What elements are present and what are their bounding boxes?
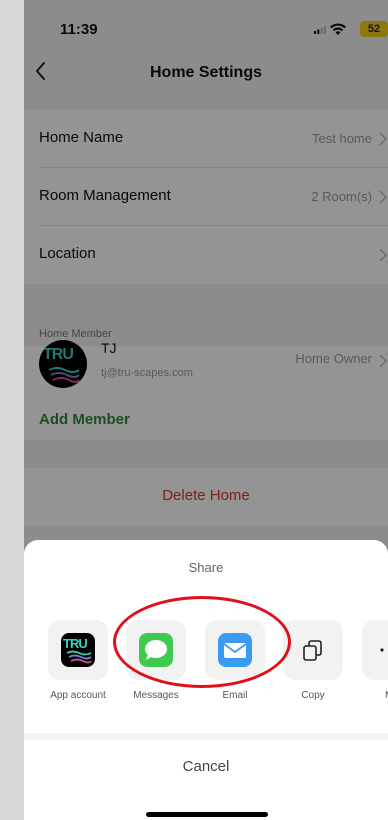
share-tile[interactable]: TRU bbox=[48, 620, 108, 680]
cancel-separator bbox=[24, 733, 388, 740]
copy-icon bbox=[303, 640, 322, 661]
share-label: Copy bbox=[301, 690, 325, 701]
annotation-red-circle bbox=[113, 596, 291, 688]
phone-screen: 11:39 52 Home Settings Home Name Test ho… bbox=[24, 0, 388, 820]
app-waves-icon bbox=[66, 650, 92, 664]
cancel-button[interactable]: Cancel bbox=[24, 758, 388, 775]
home-indicator[interactable] bbox=[146, 812, 268, 817]
share-more[interactable]: Mo bbox=[362, 620, 388, 701]
share-copy[interactable]: Copy bbox=[283, 620, 343, 701]
share-label: Mo bbox=[362, 690, 388, 701]
share-label: Messages bbox=[133, 690, 179, 701]
app-account-icon: TRU bbox=[61, 633, 95, 667]
more-icon bbox=[380, 648, 384, 652]
share-app-account[interactable]: TRU App account bbox=[48, 620, 108, 701]
share-tile[interactable] bbox=[283, 620, 343, 680]
share-sheet-title: Share bbox=[188, 560, 224, 575]
share-label: App account bbox=[50, 690, 106, 701]
share-label: Email bbox=[222, 690, 248, 701]
share-tile[interactable] bbox=[362, 620, 388, 680]
